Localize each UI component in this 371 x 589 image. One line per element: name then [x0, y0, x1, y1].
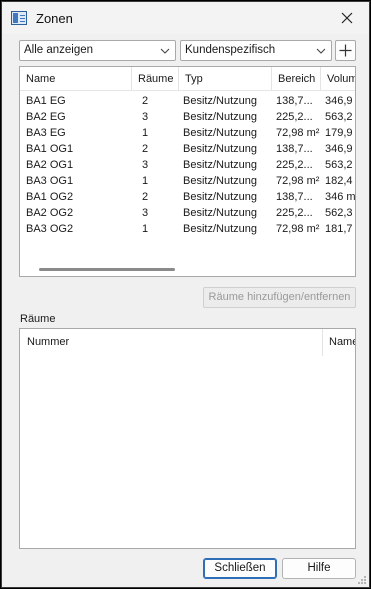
resize-grip-icon[interactable] — [357, 575, 367, 585]
table-row[interactable]: BA3 OG1 1 Besitz/Nutzung 72,98 m² 182,4 — [20, 173, 355, 189]
cell-volume: 563,2 — [325, 159, 353, 171]
cell-rooms: 3 — [142, 111, 149, 123]
table-row[interactable]: BA2 EG 3 Besitz/Nutzung 225,2... 563,2 — [20, 109, 355, 125]
cell-area: 225,2... — [276, 159, 313, 171]
rooms-table[interactable]: Nummer Name — [19, 328, 356, 549]
cell-area: 72,98 m² — [276, 127, 320, 139]
column-header-room-name[interactable]: Name — [323, 329, 355, 356]
help-button[interactable]: Hilfe — [282, 558, 356, 579]
cell-volume: 181,7 — [325, 223, 353, 235]
table-row[interactable]: BA3 OG2 1 Besitz/Nutzung 72,98 m² 181,7 — [20, 221, 355, 237]
cell-area: 138,7... — [276, 191, 313, 203]
cell-volume: 182,4 — [325, 175, 353, 187]
cell-name: BA1 OG2 — [26, 191, 74, 203]
cell-rooms: 2 — [142, 143, 149, 155]
cell-type: Besitz/Nutzung — [183, 223, 257, 235]
scrollbar-thumb[interactable] — [39, 268, 175, 271]
cell-rooms: 2 — [142, 191, 149, 203]
cell-area: 138,7... — [276, 95, 313, 107]
cell-volume: 346,9 — [325, 143, 353, 155]
table-row[interactable]: BA1 OG2 2 Besitz/Nutzung 138,7... 346 m — [20, 189, 355, 205]
cell-type: Besitz/Nutzung — [183, 159, 257, 171]
cell-area: 225,2... — [276, 111, 313, 123]
table-row[interactable]: BA1 EG 2 Besitz/Nutzung 138,7... 346,9 — [20, 93, 355, 109]
plus-icon — [339, 44, 352, 57]
cell-name: BA3 EG — [26, 127, 66, 139]
column-header-type[interactable]: Typ — [179, 67, 272, 91]
table-row[interactable]: BA1 OG1 2 Besitz/Nutzung 138,7... 346,9 — [20, 141, 355, 157]
title-bar: Zonen — [2, 2, 369, 34]
cell-rooms: 1 — [142, 175, 149, 187]
cell-volume: 563,2 — [325, 111, 353, 123]
zones-table[interactable]: Name Räume Typ Bereich Volum BA1 EG 2 Besi… — [19, 66, 356, 277]
window-title: Zonen — [36, 11, 73, 26]
cell-name: BA2 EG — [26, 111, 66, 123]
chevron-down-icon — [316, 48, 326, 54]
add-zone-button[interactable] — [335, 40, 356, 61]
table-row[interactable]: BA3 EG 1 Besitz/Nutzung 72,98 m² 179,9 — [20, 125, 355, 141]
cell-type: Besitz/Nutzung — [183, 111, 257, 123]
column-header-number[interactable]: Nummer — [20, 329, 323, 356]
close-icon — [341, 12, 353, 24]
cell-type: Besitz/Nutzung — [183, 191, 257, 203]
cell-type: Besitz/Nutzung — [183, 95, 257, 107]
cell-name: BA1 EG — [26, 95, 66, 107]
cell-name: BA3 OG2 — [26, 223, 74, 235]
cell-area: 138,7... — [276, 143, 313, 155]
rooms-label: Räume — [20, 313, 56, 325]
cell-rooms: 2 — [142, 95, 149, 107]
zones-table-body: BA1 EG 2 Besitz/Nutzung 138,7... 346,9 BA2 EG… — [20, 93, 355, 237]
cell-name: BA2 OG2 — [26, 207, 74, 219]
column-header-rooms[interactable]: Räume — [132, 67, 179, 91]
rooms-table-header: Nummer Name — [20, 329, 355, 356]
cell-name: BA2 OG1 — [26, 159, 74, 171]
zones-dialog: Zonen Alle anzeigen Kundenspezifisch Nam… — [1, 1, 370, 588]
table-row[interactable]: BA2 OG2 3 Besitz/Nutzung 225,2... 562,3 — [20, 205, 355, 221]
table-row[interactable]: BA2 OG1 3 Besitz/Nutzung 225,2... 563,2 — [20, 157, 355, 173]
chevron-down-icon — [160, 48, 170, 54]
cell-name: BA1 OG1 — [26, 143, 74, 155]
column-header-name[interactable]: Name — [20, 67, 132, 91]
filter-select-value: Alle anzeigen — [24, 44, 94, 56]
cell-rooms: 1 — [142, 223, 149, 235]
cell-type: Besitz/Nutzung — [183, 127, 257, 139]
cell-area: 225,2... — [276, 207, 313, 219]
zones-table-header: Name Räume Typ Bereich Volum — [20, 67, 355, 91]
cell-volume: 562,3 — [325, 207, 353, 219]
cell-name: BA3 OG1 — [26, 175, 74, 187]
cell-area: 72,98 m² — [276, 175, 320, 187]
cell-volume: 179,9 — [325, 127, 353, 139]
cell-rooms: 1 — [142, 127, 149, 139]
cell-rooms: 3 — [142, 207, 149, 219]
close-button[interactable]: Schließen — [203, 558, 277, 579]
view-select[interactable]: Kundenspezifisch — [180, 40, 332, 61]
cell-rooms: 3 — [142, 159, 149, 171]
cell-type: Besitz/Nutzung — [183, 175, 257, 187]
cell-area: 72,98 m² — [276, 223, 320, 235]
cell-volume: 346 m — [325, 191, 356, 203]
column-header-area[interactable]: Bereich — [272, 67, 321, 91]
filter-select[interactable]: Alle anzeigen — [19, 40, 176, 61]
cell-volume: 346,9 — [325, 95, 353, 107]
add-remove-rooms-button[interactable]: Räume hinzufügen/entfernen — [203, 287, 356, 308]
view-select-value: Kundenspezifisch — [185, 44, 276, 56]
column-header-volume[interactable]: Volum — [321, 67, 355, 91]
close-window-button[interactable] — [325, 2, 369, 34]
horizontal-scrollbar[interactable] — [20, 264, 355, 276]
zones-window-icon — [11, 11, 27, 25]
cell-type: Besitz/Nutzung — [183, 207, 257, 219]
cell-type: Besitz/Nutzung — [183, 143, 257, 155]
